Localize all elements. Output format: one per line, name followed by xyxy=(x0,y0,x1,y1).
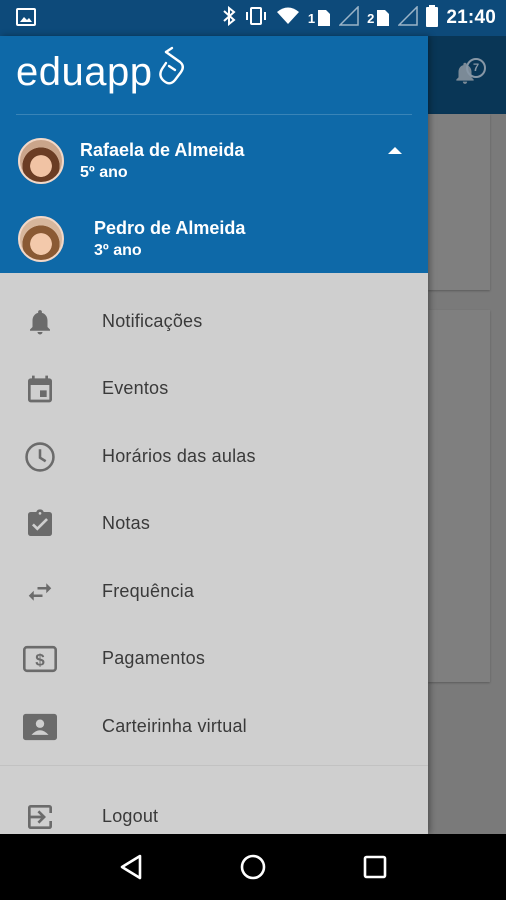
menu-item-label: Notas xyxy=(102,513,151,533)
id-card-icon xyxy=(22,709,58,745)
menu-item-label: Frequência xyxy=(102,581,195,601)
sim2-indicator: 2 xyxy=(367,9,390,27)
bluetooth-icon xyxy=(222,5,236,31)
menu-item-eventos[interactable]: Eventos xyxy=(0,355,428,422)
home-icon[interactable] xyxy=(233,847,273,887)
logo-text: eduapp xyxy=(16,50,153,94)
menu-item-label: Notificações xyxy=(102,311,203,331)
svg-text:$: $ xyxy=(35,650,45,669)
menu-divider xyxy=(0,765,428,766)
logout-label: Logout xyxy=(102,806,159,826)
dollar-bill-icon: $ xyxy=(22,641,58,677)
profile-item[interactable]: Pedro de Almeida 3º ano xyxy=(0,207,428,271)
logout-button[interactable]: Logout xyxy=(0,783,428,834)
menu-item-pagamentos[interactable]: $ Pagamentos xyxy=(0,625,428,692)
profile-name: Rafaela de Almeida xyxy=(80,140,245,160)
profile-text: Pedro de Almeida 3º ano xyxy=(94,217,245,261)
menu-item-label: Carteirinha virtual xyxy=(102,716,247,736)
logout-icon xyxy=(22,799,58,835)
profile-name: Pedro de Almeida xyxy=(94,218,246,238)
profile-text: Rafaela de Almeida 5º ano xyxy=(80,139,244,183)
signal-icon xyxy=(338,4,359,31)
clock-icon xyxy=(22,439,58,475)
drawer-header: eduapp Rafaela de Almeida 5º ano Pedro d… xyxy=(0,36,428,273)
menu-item-carteirinha[interactable]: Carteirinha virtual xyxy=(0,693,428,760)
system-nav-bar xyxy=(0,834,506,900)
background-card xyxy=(428,114,490,290)
navigation-drawer: eduapp Rafaela de Almeida 5º ano Pedro d… xyxy=(0,36,428,834)
avatar xyxy=(18,216,64,262)
menu-item-frequencia[interactable]: Frequência xyxy=(0,558,428,625)
menu-item-notas[interactable]: Notas xyxy=(0,490,428,557)
menu-item-label: Horários das aulas xyxy=(102,446,256,466)
profile-grade: 5º ano xyxy=(80,164,128,181)
notification-count-badge: 7 xyxy=(466,58,486,78)
background-content xyxy=(428,114,506,834)
menu-item-horarios[interactable]: Horários das aulas xyxy=(0,423,428,490)
status-bar: 1 2 21:40 xyxy=(0,0,506,36)
app-bar-background: 7 xyxy=(428,36,506,114)
calendar-icon xyxy=(22,371,58,407)
image-icon xyxy=(16,8,36,31)
wifi-icon xyxy=(276,7,300,30)
recents-icon[interactable] xyxy=(355,847,395,887)
menu-item-notificacoes[interactable]: Notificações xyxy=(0,288,428,355)
header-divider xyxy=(16,114,412,115)
swap-arrows-icon xyxy=(22,574,58,610)
clock-time: 21:40 xyxy=(446,7,496,28)
app-logo: eduapp xyxy=(16,46,188,95)
profile-grade: 3º ano xyxy=(94,242,142,259)
background-card xyxy=(428,310,490,682)
profile-item-active[interactable]: Rafaela de Almeida 5º ano xyxy=(0,129,428,193)
vibrate-icon xyxy=(244,6,268,31)
sim2-label: 2 xyxy=(367,10,375,26)
bell-icon xyxy=(22,304,58,340)
back-icon[interactable] xyxy=(111,847,151,887)
chevron-up-icon[interactable] xyxy=(388,147,402,154)
battery-icon xyxy=(426,4,439,32)
menu-item-label: Pagamentos xyxy=(102,648,206,668)
clipboard-check-icon xyxy=(22,506,58,542)
logo-mark-icon xyxy=(154,46,188,93)
sim1-indicator: 1 xyxy=(308,9,331,27)
avatar xyxy=(18,138,64,184)
signal-icon-2 xyxy=(397,4,419,31)
menu-item-label: Eventos xyxy=(102,378,169,398)
sim1-label: 1 xyxy=(307,10,316,26)
